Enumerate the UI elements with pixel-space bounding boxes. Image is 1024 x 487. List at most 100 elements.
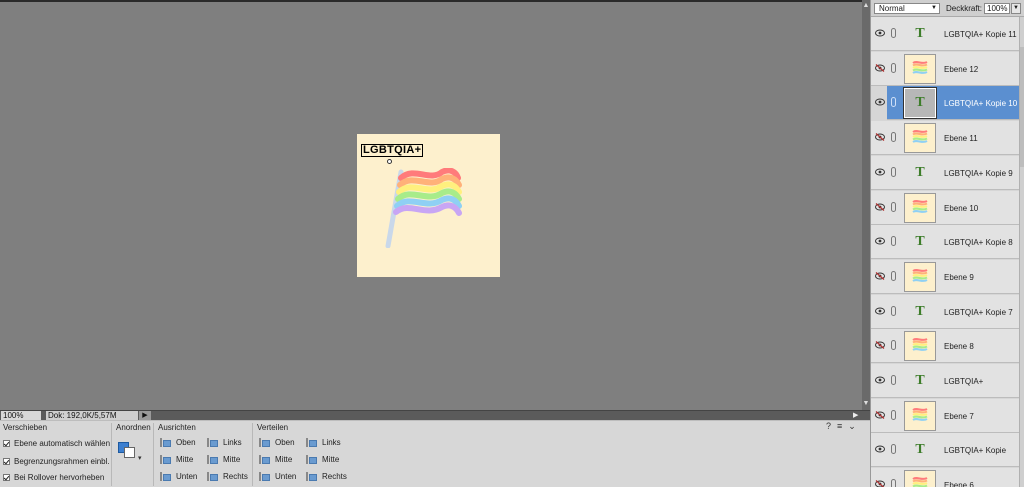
canvas-area[interactable]: LGBTQIA+: [0, 0, 862, 410]
layer-row[interactable]: T LGBTQIA+: [871, 364, 1019, 398]
zoom-field[interactable]: 100%: [1, 411, 41, 420]
distribute-middle-icon: [259, 455, 270, 464]
chevron-down-icon: ▼: [931, 5, 937, 11]
link-icon[interactable]: [891, 97, 896, 108]
eye-hidden-icon[interactable]: [875, 63, 885, 72]
layer-name: LGBTQIA+ Kopie 8: [944, 238, 1013, 248]
layer-row[interactable]: Ebene 12: [871, 51, 1019, 86]
align-middle-button[interactable]: Mitte: [160, 455, 193, 464]
align-left-button[interactable]: Links: [207, 438, 242, 447]
layer-row[interactable]: Ebene 10: [871, 190, 1019, 225]
distribute-center-button[interactable]: Mitte: [306, 455, 339, 464]
collapse-icon[interactable]: ⌄: [848, 421, 856, 432]
help-icon[interactable]: ?: [826, 421, 831, 432]
show-bounds-checkbox[interactable]: [3, 458, 10, 465]
layer-row[interactable]: Ebene 9: [871, 259, 1019, 294]
layers-scrollbar-thumb[interactable]: [1020, 47, 1024, 167]
distribute-right-button[interactable]: Rechts: [306, 472, 347, 481]
distribute-left-icon: [306, 438, 317, 447]
status-menu-arrow-icon[interactable]: ▶: [139, 411, 151, 420]
align-bottom-button[interactable]: Unten: [160, 472, 197, 481]
align-left-icon: [207, 438, 218, 447]
link-icon[interactable]: [891, 444, 896, 455]
transform-anchor[interactable]: [387, 159, 392, 164]
rollover-checkbox[interactable]: [3, 474, 10, 481]
distribute-left-button[interactable]: Links: [306, 438, 341, 447]
layer-row[interactable]: T LGBTQIA+ Kopie 11: [871, 17, 1019, 51]
scroll-right-icon[interactable]: ▶: [853, 411, 861, 420]
eye-hidden-icon[interactable]: [875, 271, 885, 280]
panel-menu-icon[interactable]: ≡: [837, 421, 842, 432]
eye-hidden-icon[interactable]: [875, 480, 885, 487]
show-bounds-option[interactable]: Begrenzungsrahmen einbl.: [3, 457, 110, 466]
eye-icon[interactable]: [875, 168, 885, 176]
eye-hidden-icon[interactable]: [875, 410, 885, 419]
link-icon[interactable]: [891, 305, 896, 316]
text-layer-thumbnail: T: [904, 297, 936, 327]
link-icon[interactable]: [891, 340, 896, 351]
layer-row[interactable]: Ebene 6: [871, 468, 1019, 487]
canvas-vertical-scrollbar[interactable]: ▲ ▼: [862, 0, 870, 410]
distribute-center-icon: [306, 455, 317, 464]
eye-hidden-icon[interactable]: [875, 202, 885, 211]
distribute-top-button[interactable]: Oben: [259, 438, 295, 447]
document-text-layer[interactable]: LGBTQIA+: [361, 144, 424, 157]
link-icon[interactable]: [891, 201, 896, 212]
layer-row[interactable]: T LGBTQIA+ Kopie 7: [871, 294, 1019, 329]
arrange-button[interactable]: [118, 440, 138, 460]
rollover-option[interactable]: Bei Rollover hervorheben: [3, 473, 104, 482]
layer-row[interactable]: T LGBTQIA+ Kopie 9: [871, 155, 1019, 190]
distribute-center-label: Mitte: [322, 455, 340, 464]
auto-select-checkbox[interactable]: [3, 440, 10, 447]
layers-panel: Normal ▼ Deckkraft: 100% ▼ T LGBTQIA+ Kop…: [870, 0, 1024, 487]
layers-scrollbar[interactable]: [1019, 17, 1024, 487]
eye-hidden-icon[interactable]: [875, 341, 885, 350]
layer-row[interactable]: Ebene 7: [871, 398, 1019, 433]
align-right-button[interactable]: Rechts: [207, 472, 248, 481]
link-icon[interactable]: [891, 28, 896, 38]
scroll-down-icon[interactable]: ▼: [862, 400, 870, 408]
link-icon[interactable]: [891, 409, 896, 420]
link-icon[interactable]: [891, 166, 896, 177]
auto-select-option[interactable]: Ebene automatisch wählen: [3, 439, 110, 448]
eye-icon[interactable]: [875, 98, 885, 106]
eye-icon[interactable]: [875, 237, 885, 245]
link-icon[interactable]: [891, 62, 896, 73]
document-info: Dok: 192,0K/5,57M: [46, 411, 138, 420]
link-icon[interactable]: [891, 132, 896, 143]
arrange-dropdown-chevron-icon[interactable]: ▾: [138, 454, 142, 462]
layer-row[interactable]: T LGBTQIA+ Kopie 8: [871, 225, 1019, 260]
image-layer-thumbnail: [904, 400, 936, 431]
layer-name: Ebene 7: [944, 411, 974, 421]
image-layer-thumbnail: [904, 123, 936, 154]
text-layer-thumbnail: T: [903, 87, 937, 120]
text-layer-icon: T: [915, 164, 925, 180]
scroll-up-icon[interactable]: ▲: [862, 2, 870, 10]
document-canvas[interactable]: LGBTQIA+: [357, 134, 500, 277]
distribute-middle-button[interactable]: Mitte: [259, 455, 292, 464]
layer-row[interactable]: Ebene 8: [871, 329, 1019, 364]
layer-row[interactable]: T LGBTQIA+ Kopie 10: [871, 86, 1019, 121]
eye-hidden-icon[interactable]: [875, 133, 885, 142]
eye-icon[interactable]: [875, 307, 885, 315]
show-bounds-label: Begrenzungsrahmen einbl.: [14, 457, 110, 466]
link-icon[interactable]: [891, 375, 896, 385]
eye-icon[interactable]: [875, 29, 885, 37]
layers-panel-header: Normal ▼ Deckkraft: 100% ▼: [871, 0, 1024, 17]
opacity-input[interactable]: 100%: [984, 3, 1010, 14]
link-icon[interactable]: [891, 479, 896, 487]
link-icon[interactable]: [891, 236, 896, 247]
layer-row[interactable]: Ebene 11: [871, 121, 1019, 156]
link-icon[interactable]: [891, 270, 896, 281]
blend-mode-select[interactable]: Normal ▼: [874, 3, 940, 14]
align-center-button[interactable]: Mitte: [207, 455, 240, 464]
opacity-dropdown-icon[interactable]: ▼: [1011, 3, 1021, 14]
layer-name: LGBTQIA+ Kopie: [944, 446, 1007, 456]
distribute-bottom-button[interactable]: Unten: [259, 472, 296, 481]
layer-row[interactable]: T LGBTQIA+ Kopie: [871, 433, 1019, 468]
text-layer-thumbnail: T: [904, 435, 936, 465]
distribute-right-icon: [306, 472, 317, 481]
align-top-button[interactable]: Oben: [160, 438, 196, 447]
eye-icon[interactable]: [875, 445, 885, 453]
eye-icon[interactable]: [875, 376, 885, 384]
